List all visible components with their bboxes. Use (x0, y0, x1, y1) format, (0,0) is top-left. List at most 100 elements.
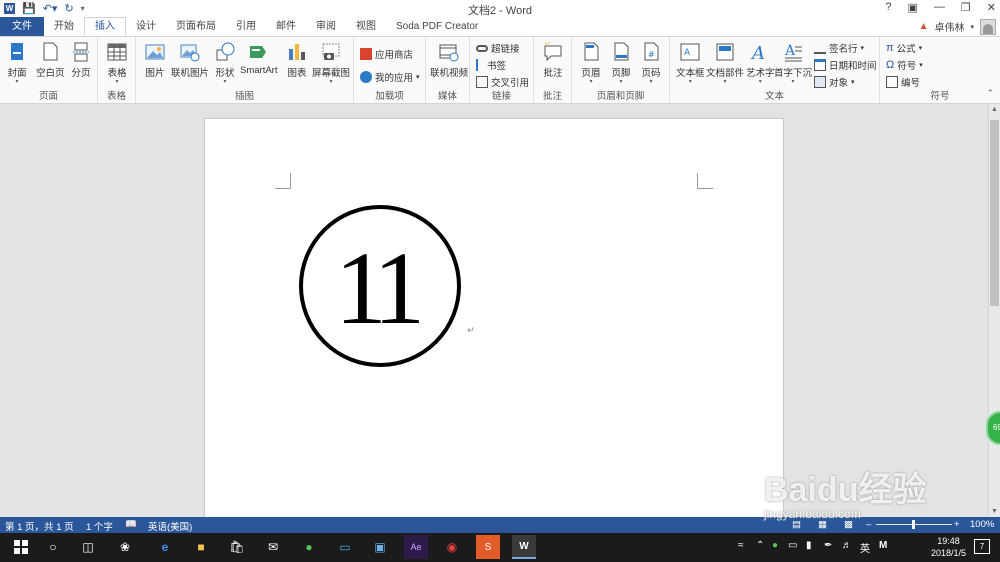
online-video-button[interactable]: 联机视频 (430, 41, 468, 79)
date-time-button[interactable]: 日期和时间 (814, 58, 877, 72)
word-count[interactable]: 1 个字 (86, 519, 113, 533)
shapes-button[interactable]: 形状 ▾ (214, 41, 236, 85)
chart-button[interactable]: 图表 (286, 41, 308, 79)
avatar (980, 18, 996, 35)
smartart-button[interactable]: SmartArt (240, 41, 277, 76)
edge-icon[interactable]: e (153, 535, 177, 559)
header-icon (584, 42, 599, 61)
page-break-button[interactable]: 分页 (70, 41, 92, 79)
tab-design[interactable]: 设计 (126, 17, 166, 36)
tab-mailings[interactable]: 邮件 (266, 17, 306, 36)
comment-icon (544, 42, 562, 62)
restore-icon[interactable]: ❐ (961, 1, 971, 14)
zoom-out-icon[interactable]: – (866, 519, 871, 530)
volume-icon[interactable]: ♬ (842, 540, 852, 551)
start-icon[interactable] (9, 535, 33, 559)
pictures-button[interactable]: 图片 (144, 41, 166, 79)
page-number-button[interactable]: # 页码 ▾ (640, 41, 662, 85)
dropcap-button[interactable]: A 首字下沉 ▾ (774, 41, 812, 85)
zoom-level[interactable]: 100% (970, 519, 994, 530)
tab-soda-pdf[interactable]: Soda PDF Creator (386, 17, 488, 36)
signature-line-button[interactable]: 签名行 ▾ (814, 41, 864, 55)
zoom-slider-thumb[interactable] (912, 520, 915, 529)
battery-icon[interactable]: ▮ (806, 540, 812, 551)
quick-parts-button[interactable]: 文档部件 ▾ (706, 41, 744, 85)
online-pictures-button[interactable]: 联机图片 (171, 41, 209, 79)
wordart-button[interactable]: A 艺术字 ▾ (746, 41, 775, 85)
word-taskbar-icon[interactable]: W (512, 535, 536, 559)
pen-icon[interactable]: ✒ (824, 540, 832, 551)
tab-insert[interactable]: 插入 (84, 17, 126, 36)
after-effects-icon[interactable]: Ae (404, 535, 428, 559)
proofing-icon[interactable]: 📖 (125, 519, 137, 530)
hyperlink-button[interactable]: 超链接 (476, 41, 520, 55)
document-page[interactable]: 11 ↵ (204, 118, 784, 517)
help-icon[interactable]: ? (885, 1, 891, 14)
tab-references[interactable]: 引用 (226, 17, 266, 36)
zoom-in-icon[interactable]: + (954, 519, 960, 530)
read-mode-icon[interactable]: ▤ (792, 519, 801, 530)
clock[interactable]: 19:48 2018/1/5 (931, 535, 966, 559)
ime-language[interactable]: 英 (860, 540, 870, 555)
minimize-icon[interactable]: — (934, 1, 945, 14)
object-button[interactable]: 对象 ▾ (814, 75, 855, 89)
numbering-button[interactable]: 编号 (886, 75, 920, 89)
bookmark-button[interactable]: 书签 (476, 58, 506, 72)
screenshot-button[interactable]: 屏幕截图 ▾ (312, 41, 350, 85)
scroll-up-icon[interactable]: ▲ (989, 106, 1000, 113)
equation-button[interactable]: π 公式 ▾ (886, 41, 922, 55)
close-icon[interactable]: ✕ (987, 1, 996, 14)
user-account[interactable]: ▲ 卓伟林 ▾ (919, 18, 996, 35)
quick-parts-icon (716, 43, 734, 61)
tab-view[interactable]: 视图 (346, 17, 386, 36)
scroll-down-icon[interactable]: ▼ (989, 508, 1000, 515)
ime-mode[interactable]: M (879, 540, 887, 551)
user-flag-icon: ▲ (918, 21, 929, 32)
network-icon[interactable]: ▭ (788, 540, 797, 551)
svg-text:#: # (648, 50, 655, 59)
symbol-button[interactable]: Ω 符号 ▾ (886, 58, 923, 72)
task-view-icon[interactable]: ◫ (76, 535, 100, 559)
vertical-scrollbar[interactable]: ▲ ▼ (988, 104, 1000, 517)
mail-icon[interactable]: ✉ (261, 535, 285, 559)
store-app-icon[interactable]: 🛍 (225, 535, 249, 559)
page-count[interactable]: 第 1 页，共 1 页 (5, 519, 74, 533)
ribbon-display-icon[interactable]: ▣ (908, 1, 918, 14)
scrollbar-thumb[interactable] (990, 120, 999, 306)
notification-center-icon[interactable]: 7 (974, 539, 990, 554)
tab-page-layout[interactable]: 页面布局 (166, 17, 226, 36)
print-layout-icon[interactable]: ▦ (818, 519, 827, 530)
device-app-icon[interactable]: ▭ (333, 535, 357, 559)
cortana-icon[interactable]: ○ (41, 535, 65, 559)
file-explorer-icon[interactable]: ■ (189, 535, 213, 559)
group-label-addins: 加载项 (375, 91, 404, 102)
table-button[interactable]: 表格 ▾ (106, 41, 128, 85)
show-hidden-icon[interactable]: ⌃ (756, 540, 764, 551)
collapse-ribbon-icon[interactable]: ⌃ (986, 88, 994, 99)
wifi-icon[interactable]: ≈ (738, 540, 744, 551)
tab-home[interactable]: 开始 (44, 17, 84, 36)
my-apps-button[interactable]: 我的应用 ▾ (360, 70, 420, 84)
tool-app-icon[interactable]: ▣ (368, 535, 392, 559)
tab-file[interactable]: 文件 (0, 17, 44, 36)
browser-360-icon[interactable]: ● (297, 535, 321, 559)
document-area[interactable]: 11 ↵ (0, 104, 988, 517)
netease-music-icon[interactable]: ◉ (440, 535, 464, 559)
web-layout-icon[interactable]: ▩ (844, 519, 853, 530)
footer-button[interactable]: 页脚 ▾ (610, 41, 632, 85)
tray-360-icon[interactable]: ● (772, 540, 778, 551)
sogou-icon[interactable]: S (476, 535, 500, 559)
store-button[interactable]: 应用商店 (360, 47, 413, 61)
cross-reference-button[interactable]: 交叉引用 (476, 75, 529, 89)
cover-page-button[interactable]: 封面 ▾ (6, 41, 28, 85)
header-button[interactable]: 页眉 ▾ (580, 41, 602, 85)
tab-review[interactable]: 审阅 (306, 17, 346, 36)
language[interactable]: 英语(美国) (148, 519, 192, 533)
comment-button[interactable]: 批注 (542, 41, 564, 79)
online-video-icon (439, 44, 459, 62)
circled-number[interactable]: 11 (299, 205, 461, 367)
fan-app-icon[interactable]: ❀ (113, 535, 137, 559)
textbox-button[interactable]: A 文本框 ▾ (676, 41, 705, 85)
blank-page-button[interactable]: 空白页 (36, 41, 65, 79)
group-media: 联机视频 媒体 (426, 37, 470, 103)
